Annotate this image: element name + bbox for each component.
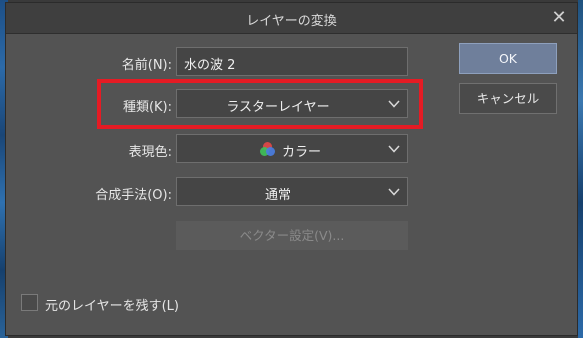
close-icon[interactable]: ✕ — [549, 8, 569, 28]
name-input[interactable]: 水の波 2 — [176, 47, 408, 76]
keep-original-checkbox[interactable] — [21, 294, 38, 311]
type-label: 種類(K): — [122, 100, 172, 115]
cancel-button[interactable]: キャンセル — [459, 83, 557, 114]
ok-button[interactable]: OK — [459, 43, 557, 74]
color-mode-icon — [260, 142, 276, 157]
chevron-down-icon — [388, 188, 400, 196]
convert-layer-dialog: レイヤーの変換 ✕ 名前(N): 水の波 2 種類(K): ラスターレイヤー 表… — [5, 2, 578, 336]
blend-mode-value: 通常 — [264, 188, 291, 203]
dialog-title: レイヤーの変換 — [246, 14, 337, 29]
type-select-value: ラスターレイヤー — [226, 100, 330, 115]
expression-color-value: カラー — [282, 145, 322, 160]
chevron-down-icon — [388, 145, 400, 153]
type-select[interactable]: ラスターレイヤー — [176, 89, 408, 118]
vector-settings-button: ベクター設定(V)... — [176, 221, 408, 250]
chevron-down-icon — [388, 100, 400, 108]
blend-mode-label: 合成手法(O): — [95, 188, 172, 203]
name-label: 名前(N): — [121, 58, 172, 73]
canvas-background-right — [578, 0, 583, 338]
keep-original-label: 元のレイヤーを残す(L) — [45, 299, 179, 314]
title-bar: レイヤーの変換 ✕ — [6, 3, 577, 34]
expression-color-select[interactable]: カラー — [176, 134, 408, 163]
name-input-value: 水の波 2 — [184, 58, 236, 73]
expression-color-label: 表現色: — [128, 145, 172, 160]
blend-mode-select[interactable]: 通常 — [176, 177, 408, 206]
